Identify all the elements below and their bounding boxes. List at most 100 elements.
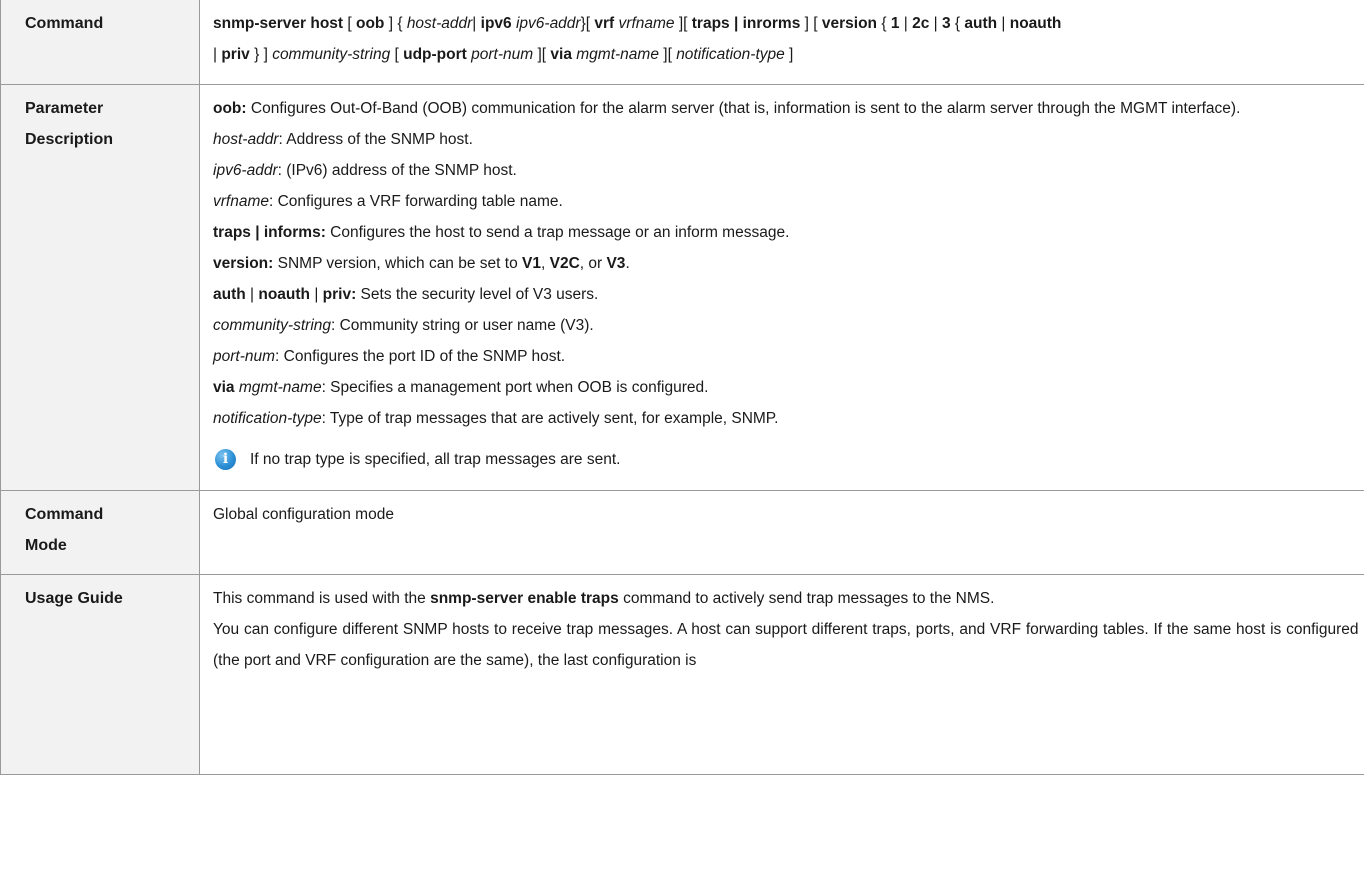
param-desc: : Type of trap messages that are activel… [321,409,779,427]
syntax-keyword: oob [356,15,385,32]
command-syntax-cell: snmp-server host [ oob ] { host-addr| ip… [199,0,1364,85]
param-desc: | [245,285,259,303]
param-community-string: community-string: Community string or us… [213,310,1359,341]
param-desc: Configures Out-Of-Band (OOB) communicati… [246,99,1241,117]
syntax-text: | [929,15,942,32]
command-syntax-line-2: | priv } ] community-string [ udp-port p… [213,39,1359,70]
syntax-keyword: via [550,46,572,63]
usage-text: command to actively send trap messages t… [618,589,995,607]
param-desc: : Community string or user name (V3). [331,316,594,334]
usage-guide-row: Usage Guide This command is used with th… [0,573,1364,775]
param-value: V3 [606,254,626,272]
usage-text: This command is used with the [213,589,431,607]
info-note: i If no trap type is specified, all trap… [213,444,1359,475]
mode-value-cell: Global configuration mode [199,489,1364,575]
param-desc: : Specifies a management port when OOB i… [321,378,709,396]
param-desc: : Address of the SNMP host. [278,130,473,148]
syntax-text: }[ [580,15,595,32]
param-desc: : Configures a VRF forwarding table name… [269,192,563,210]
syntax-text: ] [784,46,794,63]
param-vrfname: vrfname: Configures a VRF forwarding tab… [213,186,1359,217]
parameter-label-line-1: Parameter [25,99,104,117]
param-term: host-addr [213,130,279,148]
syntax-text: ][ [658,46,677,63]
syntax-keyword: 3 [941,15,951,32]
usage-label-cell: Usage Guide [0,573,200,775]
mode-label-line-2: Mode [25,536,67,554]
syntax-text: { [877,15,891,32]
syntax-argument: mgmt-name [576,46,659,63]
syntax-text: | [899,15,913,32]
command-label-cell: Command [0,0,200,85]
param-version: version: SNMP version, which can be set … [213,248,1359,279]
param-term: ipv6-addr [213,161,278,179]
syntax-keyword: auth [964,15,998,32]
syntax-keyword: traps | inrorms [691,15,801,32]
param-term: oob: [213,99,247,117]
mode-label-line-1: Command [25,505,104,523]
syntax-text: ] [ [800,15,822,32]
syntax-text: [ [343,15,356,32]
param-notification-type: notification-type: Type of trap messages… [213,403,1359,434]
syntax-keyword: noauth [1009,15,1062,32]
command-reference-table: Command snmp-server host [ oob ] { host-… [0,0,1364,775]
usage-paragraph-2: You can configure different SNMP hosts t… [213,620,1359,669]
param-security-level: auth | noauth | priv: Sets the security … [213,279,1359,310]
param-ipv6-addr: ipv6-addr: (IPv6) address of the SNMP ho… [213,155,1359,186]
param-term: auth [213,285,246,303]
param-value: V1 [522,254,541,272]
param-desc: . [625,254,630,272]
param-traps-informs: traps | informs: Configures the host to … [213,217,1359,248]
syntax-keyword: ipv6 [480,15,512,32]
mode-value: Global configuration mode [213,505,394,523]
param-port-num: port-num: Configures the port ID of the … [213,341,1359,372]
command-row: Command snmp-server host [ oob ] { host-… [0,0,1364,85]
param-desc: SNMP version, which can be set to [273,254,523,272]
param-term: port-num [213,347,276,365]
syntax-text: | [997,15,1010,32]
param-term: noauth [258,285,311,303]
syntax-keyword: 2c [912,15,930,32]
syntax-text: | [472,15,481,32]
param-desc: : Configures the port ID of the SNMP hos… [275,347,566,365]
param-host-addr: host-addr: Address of the SNMP host. [213,124,1359,155]
syntax-keyword: version [821,15,878,32]
syntax-argument: port-num [471,46,534,63]
parameter-label-cell: Parameter Description [0,83,200,491]
parameter-description-row: Parameter Description oob: Configures Ou… [0,83,1364,491]
syntax-argument: notification-type [676,46,785,63]
param-term: priv: [322,285,357,303]
syntax-argument: vrfname [618,15,675,32]
syntax-text: { [950,15,965,32]
info-note-text: If no trap type is specified, all trap m… [250,450,621,468]
syntax-text: } ] [249,46,273,63]
param-term: vrfname [213,192,269,210]
param-term: notification-type [213,409,322,427]
syntax-text: [ [390,46,404,63]
parameter-label-line-2: Description [25,130,114,148]
syntax-keyword: vrf [594,15,615,32]
syntax-keyword: priv [221,46,250,63]
command-label: Command [25,15,104,32]
param-desc: : (IPv6) address of the SNMP host. [277,161,517,179]
syntax-argument: ipv6-addr [515,15,581,32]
syntax-text: ][ [533,46,551,63]
syntax-text: ] { [384,15,407,32]
syntax-argument: community-string [272,46,391,63]
param-term: via [213,378,235,396]
param-term: community-string [213,316,331,334]
param-value: V2C [549,254,580,272]
param-term: mgmt-name [238,378,322,396]
syntax-text: ][ [674,15,692,32]
param-desc: Sets the security level of V3 users. [356,285,599,303]
param-desc: , [540,254,550,272]
usage-paragraph-1: This command is used with the snmp-serve… [213,583,1359,614]
syntax-keyword: snmp-server host [213,15,344,32]
param-desc: , or [579,254,607,272]
command-syntax-line-1: snmp-server host [ oob ] { host-addr| ip… [213,8,1359,39]
usage-command: snmp-server enable traps [430,589,619,607]
param-via-mgmt-name: via mgmt-name: Specifies a management po… [213,372,1359,403]
parameter-description-cell: oob: Configures Out-Of-Band (OOB) commun… [199,83,1364,491]
param-oob: oob: Configures Out-Of-Band (OOB) commun… [213,93,1359,124]
param-term: version: [213,254,274,272]
